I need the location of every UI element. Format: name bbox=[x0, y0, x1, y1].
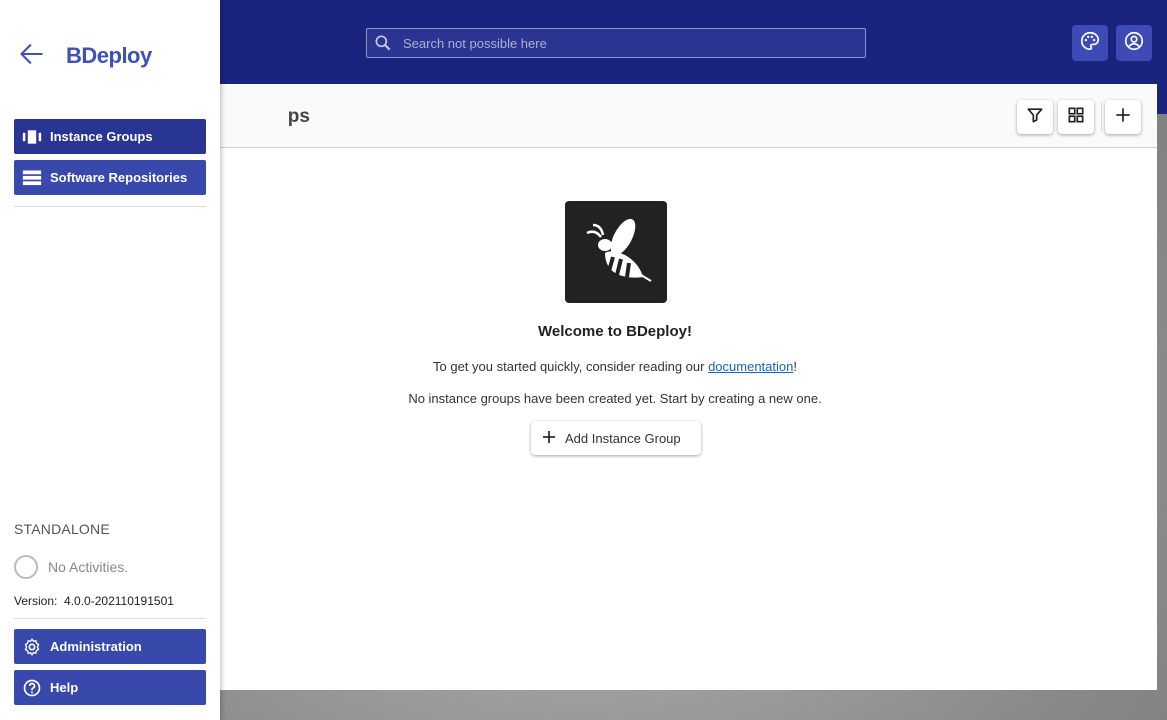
activity-spinner-icon bbox=[14, 555, 38, 579]
search-icon bbox=[369, 29, 397, 57]
bdeploy-bee-logo bbox=[565, 201, 667, 303]
palette-icon bbox=[1079, 30, 1101, 57]
account-circle-icon bbox=[1123, 30, 1145, 57]
sidebar-item-label: Help bbox=[50, 680, 79, 695]
search-input[interactable] bbox=[403, 35, 843, 51]
help-icon bbox=[14, 678, 50, 698]
view-carousel-icon bbox=[14, 128, 50, 146]
version-info: Version: 4.0.0-202110191501 bbox=[14, 594, 174, 608]
grid-view-icon bbox=[1066, 105, 1086, 130]
activity-indicator: No Activities. bbox=[14, 555, 128, 579]
intro-text: To get you started quickly, consider rea… bbox=[433, 359, 797, 374]
main-content: Instance Groups Welcome t bbox=[220, 84, 1157, 690]
user-button[interactable] bbox=[1116, 25, 1152, 61]
page-header: Instance Groups bbox=[220, 84, 1157, 148]
plus-icon bbox=[541, 429, 557, 448]
app-title: BDeploy bbox=[66, 43, 152, 68]
header-divider bbox=[1101, 102, 1102, 132]
mode-label: STANDALONE bbox=[14, 521, 110, 537]
back-button[interactable] bbox=[16, 40, 48, 72]
sidebar-item-software-repositories[interactable]: Software Repositories bbox=[14, 160, 206, 195]
sidebar-item-help[interactable]: Help bbox=[14, 670, 206, 705]
filter-button[interactable] bbox=[1017, 100, 1053, 134]
sidebar-item-instance-groups[interactable]: Instance Groups bbox=[14, 119, 206, 154]
add-instance-group-label: Add Instance Group bbox=[565, 430, 681, 446]
sidebar-item-label: Administration bbox=[50, 639, 142, 654]
storage-icon bbox=[14, 169, 50, 187]
empty-message: No instance groups have been created yet… bbox=[408, 391, 822, 406]
sidebar-divider bbox=[14, 206, 206, 207]
sidebar-item-label: Software Repositories bbox=[50, 170, 188, 185]
sidebar-item-administration[interactable]: Administration bbox=[14, 629, 206, 664]
welcome-heading: Welcome to BDeploy! bbox=[538, 323, 692, 340]
sidebar-divider bbox=[14, 618, 206, 619]
search-box[interactable] bbox=[366, 28, 866, 58]
toolbar-edge bbox=[1157, 84, 1167, 114]
settings-icon bbox=[14, 637, 50, 657]
activity-text: No Activities. bbox=[48, 559, 129, 575]
theme-button[interactable] bbox=[1072, 25, 1108, 61]
sidebar: BDeploy Instance Groups Software Reposit… bbox=[0, 0, 220, 720]
add-instance-group-button[interactable]: Add Instance Group bbox=[531, 421, 701, 455]
filter-icon bbox=[1025, 105, 1045, 130]
add-button[interactable] bbox=[1105, 100, 1141, 134]
documentation-link[interactable]: documentation bbox=[708, 359, 793, 374]
grid-view-button[interactable] bbox=[1058, 100, 1094, 134]
plus-icon bbox=[1113, 105, 1133, 130]
sidebar-item-label: Instance Groups bbox=[50, 129, 153, 144]
arrow-back-icon bbox=[18, 40, 46, 73]
